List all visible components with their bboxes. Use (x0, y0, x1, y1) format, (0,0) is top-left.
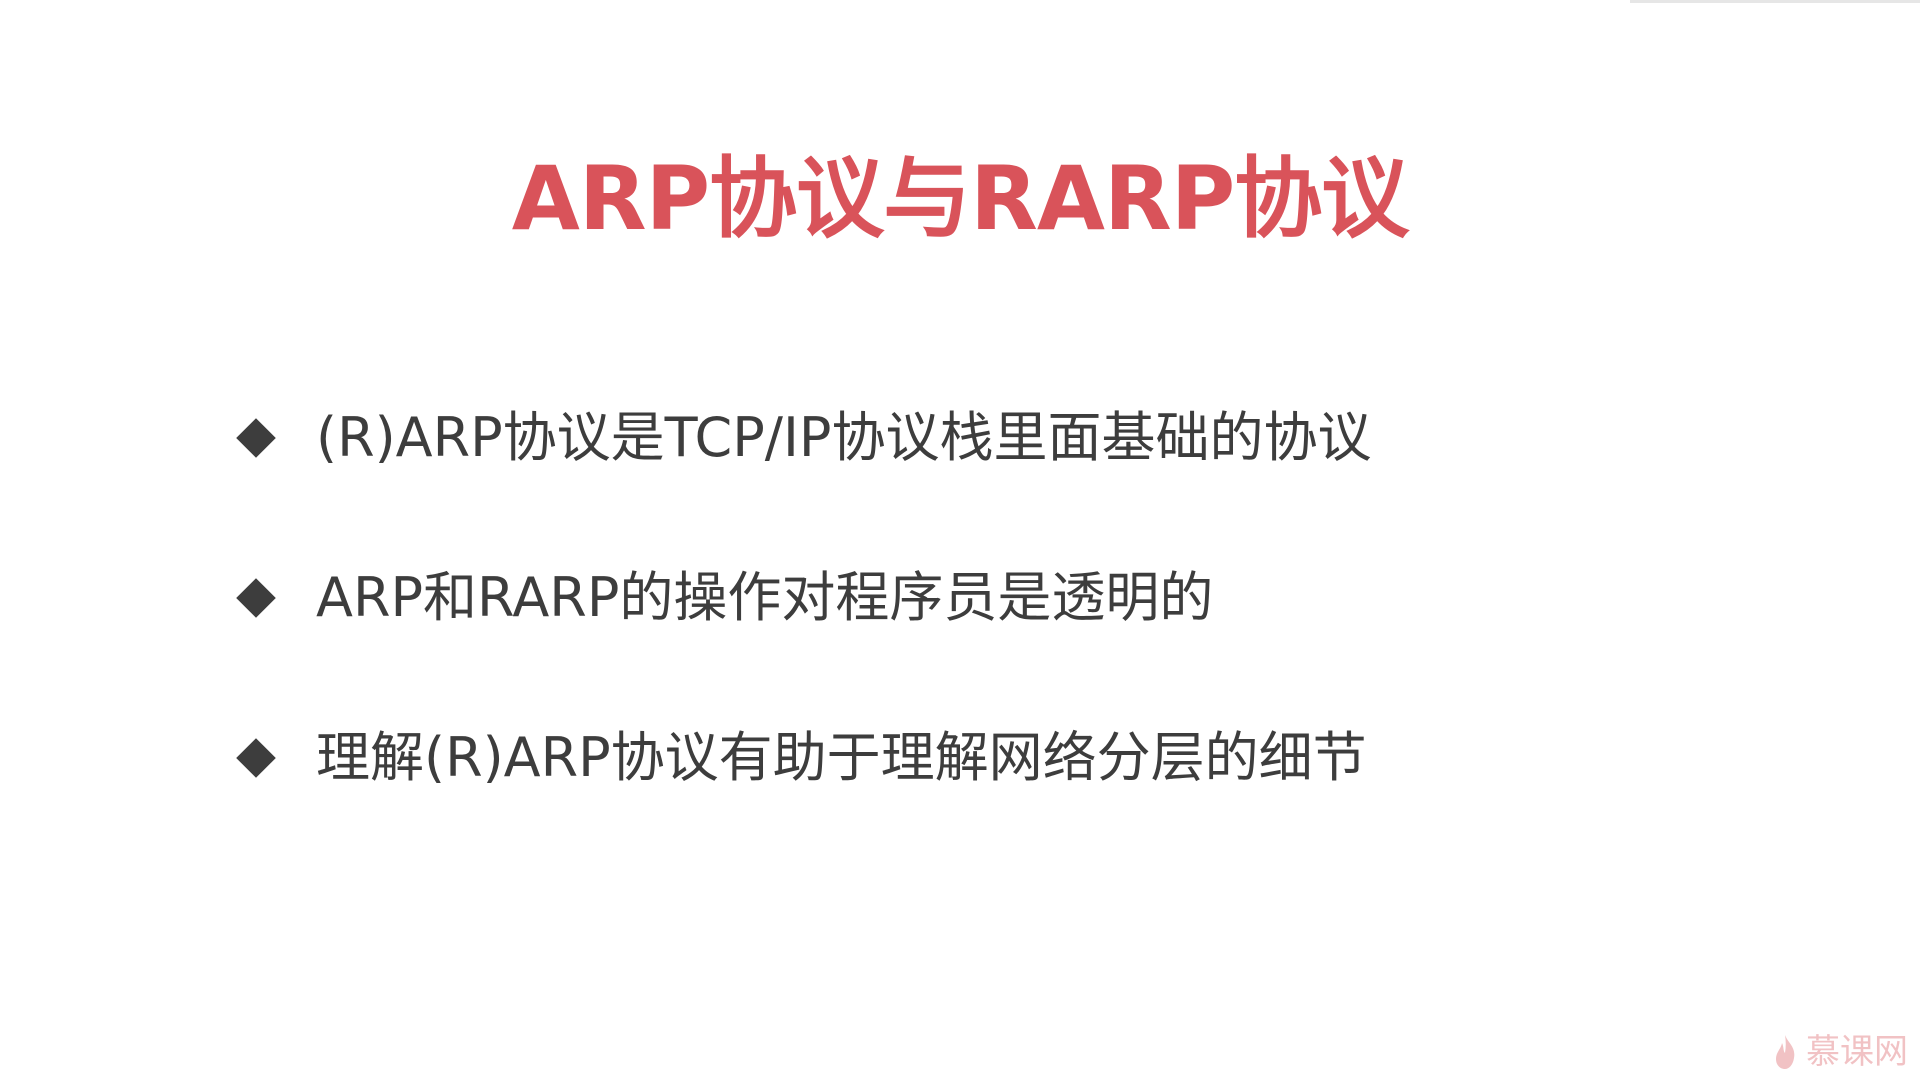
bullet-text: (R)ARP协议是TCP/IP协议栈里面基础的协议 (316, 406, 1372, 469)
bullet-item: 理解(R)ARP协议有助于理解网络分层的细节 (230, 725, 1630, 791)
bullet-text: 理解(R)ARP协议有助于理解网络分层的细节 (316, 726, 1367, 789)
diamond-bullet-icon (236, 578, 276, 618)
watermark-logo: 慕课网 (1770, 1032, 1908, 1072)
slide: ARP协议与RARP协议 (R)ARP协议是TCP/IP协议栈里面基础的协议 A… (0, 0, 1920, 1080)
bullet-list: (R)ARP协议是TCP/IP协议栈里面基础的协议 ARP和RARP的操作对程序… (230, 405, 1630, 885)
bullet-item: ARP和RARP的操作对程序员是透明的 (230, 565, 1630, 631)
slide-title: ARP协议与RARP协议 (511, 146, 1410, 250)
diamond-bullet-icon (236, 738, 276, 778)
watermark-text: 慕课网 (1806, 1032, 1908, 1072)
bullet-item: (R)ARP协议是TCP/IP协议栈里面基础的协议 (230, 405, 1630, 471)
diamond-bullet-icon (236, 418, 276, 458)
bullet-text: ARP和RARP的操作对程序员是透明的 (316, 566, 1214, 629)
top-edge-divider (1630, 0, 1920, 3)
flame-icon (1770, 1033, 1800, 1071)
